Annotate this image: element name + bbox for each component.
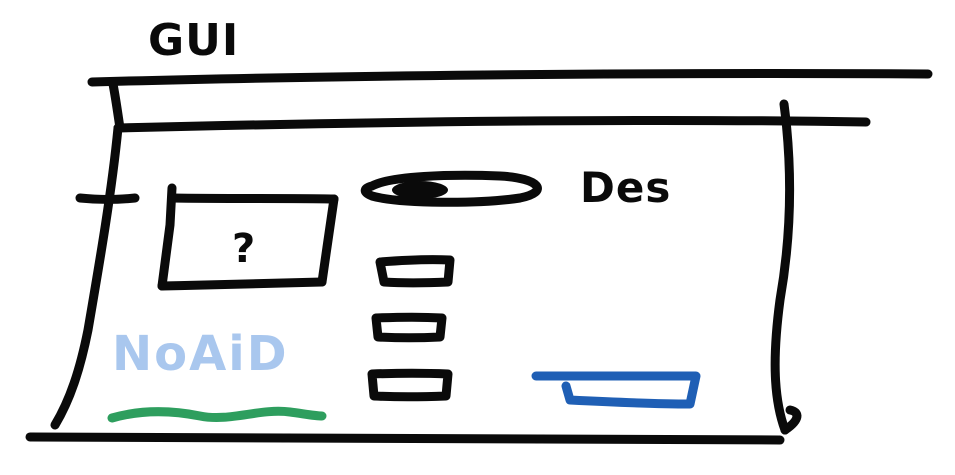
button-2[interactable]	[371, 312, 447, 343]
footer-link[interactable]: NoAiD	[112, 326, 289, 382]
gui-sketch: GUI ? Des NoAiD	[25, 15, 933, 445]
button-3[interactable]	[367, 368, 453, 402]
button-1[interactable]	[375, 255, 455, 288]
toggle-knob	[392, 181, 448, 199]
image-placeholder: ?	[157, 183, 339, 291]
blue-bar[interactable]	[531, 371, 701, 409]
side-rule	[75, 193, 140, 204]
toggle-switch[interactable]	[360, 170, 542, 207]
green-underline	[107, 406, 327, 423]
window-title: GUI	[148, 15, 239, 66]
toggle-label: Des	[580, 163, 671, 212]
question-mark-icon: ?	[232, 226, 255, 272]
